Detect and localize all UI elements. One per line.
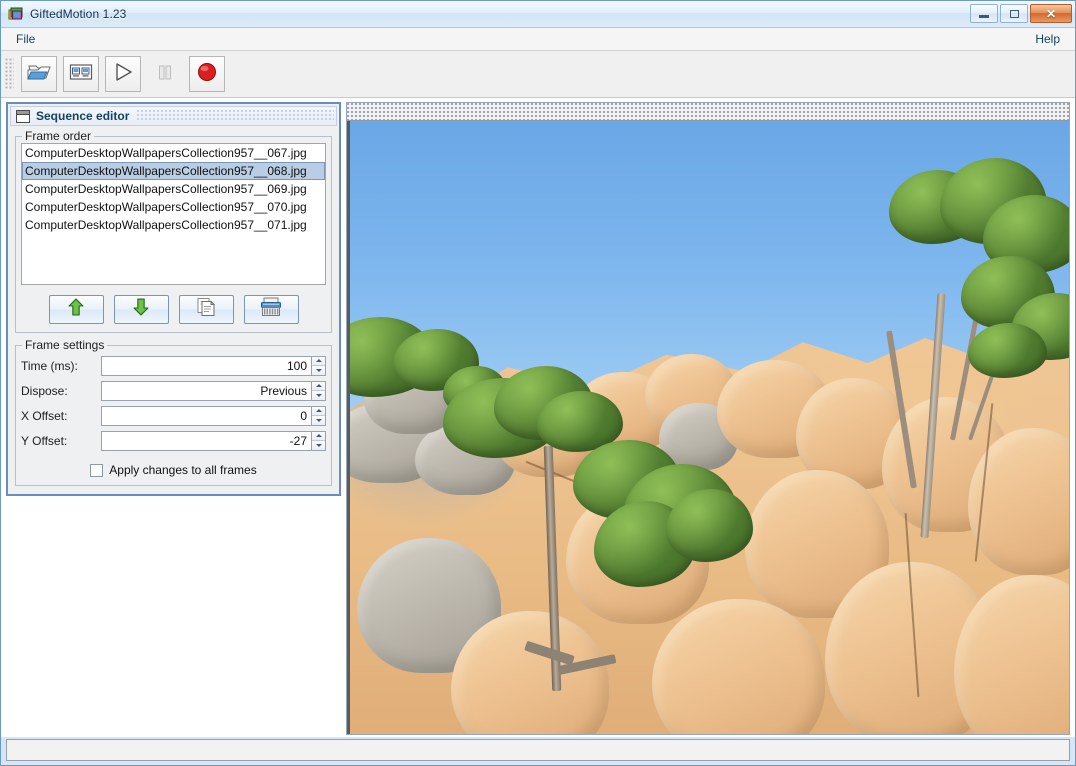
frame-order-legend: Frame order <box>22 129 95 143</box>
time-ms-stepper[interactable] <box>312 355 326 376</box>
play-icon <box>112 62 134 87</box>
status-bar <box>6 739 1070 761</box>
dispose-input[interactable]: Previous <box>101 380 312 401</box>
frame-order-group: Frame order ComputerDesktopWallpapersCol… <box>15 129 332 333</box>
arrow-up-icon <box>66 297 86 322</box>
title-bar: GiftedMotion 1.23 ✕ <box>1 1 1075 28</box>
menu-help[interactable]: Help <box>1026 30 1069 48</box>
left-pane: Sequence editor Frame order ComputerDesk… <box>6 102 341 737</box>
apply-all-checkbox[interactable] <box>90 463 104 477</box>
window-title: GiftedMotion 1.23 <box>30 7 127 21</box>
frame-preview[interactable] <box>347 121 1069 734</box>
list-item[interactable]: ComputerDesktopWallpapersCollection957__… <box>22 162 325 180</box>
stepper-down-button[interactable] <box>312 415 325 425</box>
sequence-editor-window: Sequence editor Frame order ComputerDesk… <box>6 102 341 496</box>
open-files-button[interactable] <box>21 56 57 92</box>
dispose-row: Dispose: Previous <box>21 380 326 401</box>
apply-all-label: Apply changes to all frames <box>109 463 257 477</box>
chevron-down-icon <box>315 368 322 372</box>
list-item[interactable]: ComputerDesktopWallpapersCollection957__… <box>22 144 325 162</box>
close-icon: ✕ <box>1045 6 1057 21</box>
chevron-up-icon <box>315 434 322 437</box>
internal-window-icon <box>16 109 30 123</box>
time-ms-row: Time (ms): 100 <box>21 355 326 376</box>
main-content: Sequence editor Frame order ComputerDesk… <box>1 98 1075 737</box>
stepper-up-button[interactable] <box>312 381 325 391</box>
delete-frame-button[interactable] <box>243 295 299 324</box>
record-button[interactable] <box>189 56 225 92</box>
chevron-up-icon <box>315 384 322 387</box>
sequence-editor-title-bar[interactable]: Sequence editor <box>10 106 337 126</box>
stepper-down-button[interactable] <box>312 390 325 400</box>
copy-pages-icon <box>195 296 217 323</box>
apply-all-row[interactable]: Apply changes to all frames <box>21 463 326 477</box>
move-frame-up-button[interactable] <box>48 295 104 324</box>
stepper-down-button[interactable] <box>312 365 325 375</box>
dispose-spinner[interactable]: Previous <box>101 380 326 401</box>
stepper-down-button[interactable] <box>312 440 325 450</box>
close-button[interactable]: ✕ <box>1030 4 1072 23</box>
right-pane <box>346 102 1070 737</box>
stepper-up-button[interactable] <box>312 431 325 441</box>
chevron-up-icon <box>315 359 322 362</box>
list-item[interactable]: ComputerDesktopWallpapersCollection957__… <box>22 216 325 234</box>
chevron-down-icon <box>315 418 322 422</box>
shredder-icon <box>259 296 283 323</box>
pause-icon <box>156 62 174 87</box>
duplicate-frame-button[interactable] <box>178 295 234 324</box>
tool-bar <box>1 51 1075 98</box>
menu-bar: File Help <box>1 28 1075 51</box>
maximize-button[interactable] <box>1000 4 1028 23</box>
list-item[interactable]: ComputerDesktopWallpapersCollection957__… <box>22 180 325 198</box>
frame-settings-legend: Frame settings <box>22 338 108 352</box>
play-button[interactable] <box>105 56 141 92</box>
app-window: GiftedMotion 1.23 ✕ File Help Sequence e… <box>0 0 1076 766</box>
save-gif-icon <box>69 62 93 87</box>
frame-order-buttons <box>21 295 326 324</box>
x-offset-label: X Offset: <box>21 408 68 423</box>
x-offset-spinner[interactable]: 0 <box>101 405 326 426</box>
x-offset-stepper[interactable] <box>312 405 326 426</box>
sequence-editor-body: Frame order ComputerDesktopWallpapersCol… <box>10 126 337 492</box>
arrow-down-icon <box>131 297 151 322</box>
open-folder-icon <box>27 61 51 88</box>
window-controls: ✕ <box>970 4 1072 23</box>
sequence-editor-title: Sequence editor <box>36 109 136 123</box>
menu-file[interactable]: File <box>7 30 44 48</box>
chevron-down-icon <box>315 393 322 397</box>
save-as-button[interactable] <box>63 56 99 92</box>
pause-button <box>147 56 183 92</box>
time-ms-input[interactable]: 100 <box>101 355 312 376</box>
maximize-icon <box>1009 9 1019 18</box>
time-ms-label: Time (ms): <box>21 358 78 373</box>
preview-scrollpane <box>346 102 1070 735</box>
y-offset-input[interactable]: -27 <box>101 430 312 451</box>
y-offset-label: Y Offset: <box>21 433 68 448</box>
stepper-up-button[interactable] <box>312 406 325 416</box>
y-offset-row: Y Offset: -27 <box>21 430 326 451</box>
toolbar-drag-grip[interactable] <box>5 58 14 90</box>
frame-settings-group: Frame settings Time (ms): 100 Dispose: P… <box>15 338 332 486</box>
time-ms-spinner[interactable]: 100 <box>101 355 326 376</box>
chevron-down-icon <box>315 443 322 447</box>
chevron-up-icon <box>315 409 322 412</box>
x-offset-row: X Offset: 0 <box>21 405 326 426</box>
x-offset-input[interactable]: 0 <box>101 405 312 426</box>
preview-photo <box>350 121 1069 734</box>
stepper-up-button[interactable] <box>312 356 325 366</box>
minimize-button[interactable] <box>970 4 998 23</box>
move-frame-down-button[interactable] <box>113 295 169 324</box>
photo-juniper-canopy <box>666 488 753 563</box>
title-hatch-pattern <box>121 110 334 122</box>
record-icon <box>196 61 218 88</box>
y-offset-spinner[interactable]: -27 <box>101 430 326 451</box>
minimize-icon <box>979 15 989 18</box>
dispose-stepper[interactable] <box>312 380 326 401</box>
horizontal-scrollbar-top[interactable] <box>347 103 1069 121</box>
frame-order-list[interactable]: ComputerDesktopWallpapersCollection957__… <box>21 143 326 285</box>
image-stack-icon <box>8 6 24 22</box>
dispose-label: Dispose: <box>21 383 68 398</box>
y-offset-stepper[interactable] <box>312 430 326 451</box>
list-item[interactable]: ComputerDesktopWallpapersCollection957__… <box>22 198 325 216</box>
